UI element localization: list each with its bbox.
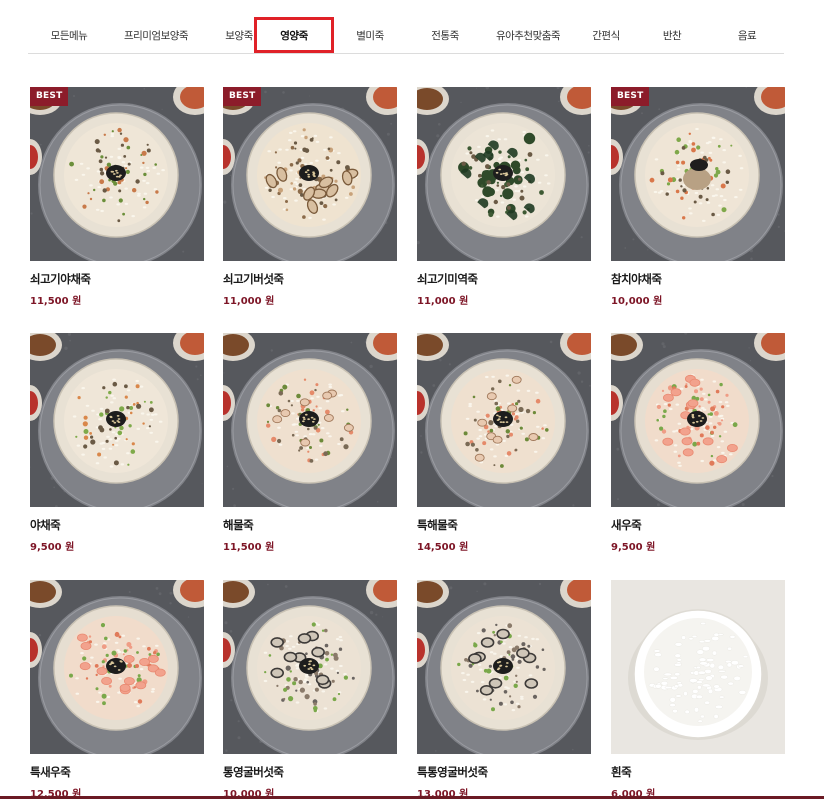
tab-baby-porridge[interactable]: 유아추천맞춤죽: [478, 17, 578, 53]
tab-premium-health-porridge[interactable]: 프리미엄보양죽: [106, 17, 206, 53]
product-card[interactable]: 쇠고기미역죽 11,000 원: [417, 87, 591, 307]
product-price: 11,000 원: [223, 296, 275, 307]
product-image[interactable]: BEST: [223, 87, 397, 261]
product-price: 11,500 원: [223, 542, 275, 553]
product-card[interactable]: 통영굴버섯죽 10,000 원: [223, 580, 397, 800]
product-price: 9,500 원: [30, 542, 75, 553]
product-image[interactable]: BEST: [611, 87, 785, 261]
product-card[interactable]: 특해물죽 14,500 원: [417, 333, 591, 553]
product-image[interactable]: [30, 333, 204, 507]
product-card[interactable]: 흰죽 6,000 원: [611, 580, 785, 800]
product-name[interactable]: 참치야채죽: [611, 271, 785, 287]
best-badge: BEST: [30, 87, 69, 106]
product-image[interactable]: [417, 333, 591, 507]
product-image[interactable]: [417, 87, 591, 261]
product-card[interactable]: 해물죽 11,500 원: [223, 333, 397, 553]
tab-side-dish[interactable]: 반찬: [636, 17, 708, 53]
product-name[interactable]: 특통영굴버섯죽: [417, 764, 591, 780]
product-name[interactable]: 쇠고기미역죽: [417, 271, 591, 287]
product-name[interactable]: 해물죽: [223, 517, 397, 533]
product-name[interactable]: 특새우죽: [30, 764, 204, 780]
tab-traditional-porridge[interactable]: 전통죽: [408, 17, 482, 53]
category-tabs: 모든메뉴 프리미엄보양죽 보양죽 영양죽 별미죽 전통죽 유아추천맞춤죽 간편식…: [28, 17, 784, 54]
product-card[interactable]: 특통영굴버섯죽 13,000 원: [417, 580, 591, 800]
product-image[interactable]: [30, 580, 204, 754]
tab-all-menu[interactable]: 모든메뉴: [32, 17, 106, 53]
best-badge: BEST: [611, 87, 650, 106]
product-name[interactable]: 쇠고기야채죽: [30, 271, 204, 287]
tab-beverage[interactable]: 음료: [710, 17, 784, 53]
tab-specialty-porridge[interactable]: 별미죽: [334, 17, 406, 53]
product-image[interactable]: [223, 580, 397, 754]
product-card[interactable]: BEST 쇠고기야채죽 11,500 원: [30, 87, 204, 307]
best-badge: BEST: [223, 87, 262, 106]
product-name[interactable]: 새우죽: [611, 517, 785, 533]
product-price: 11,000 원: [417, 296, 469, 307]
product-card[interactable]: 특새우죽 12,500 원: [30, 580, 204, 800]
tab-nutrition-porridge[interactable]: 영양죽: [254, 17, 334, 53]
product-price: 14,500 원: [417, 542, 469, 553]
product-card[interactable]: 새우죽 9,500 원: [611, 333, 785, 553]
product-image[interactable]: [611, 333, 785, 507]
product-image[interactable]: [417, 580, 591, 754]
product-price: 11,500 원: [30, 296, 82, 307]
product-card[interactable]: BEST 참치야채죽 10,000 원: [611, 87, 785, 307]
product-image[interactable]: [611, 580, 785, 754]
product-name[interactable]: 야채죽: [30, 517, 204, 533]
product-price: 10,000 원: [611, 296, 663, 307]
product-name[interactable]: 특해물죽: [417, 517, 591, 533]
product-price: 9,500 원: [611, 542, 656, 553]
product-image[interactable]: BEST: [30, 87, 204, 261]
product-name[interactable]: 흰죽: [611, 764, 785, 780]
product-card[interactable]: BEST 쇠고기버섯죽 11,000 원: [223, 87, 397, 307]
product-name[interactable]: 쇠고기버섯죽: [223, 271, 397, 287]
product-name[interactable]: 통영굴버섯죽: [223, 764, 397, 780]
tab-convenience-food[interactable]: 간편식: [568, 17, 644, 53]
product-card[interactable]: 야채죽 9,500 원: [30, 333, 204, 553]
product-image[interactable]: [223, 333, 397, 507]
